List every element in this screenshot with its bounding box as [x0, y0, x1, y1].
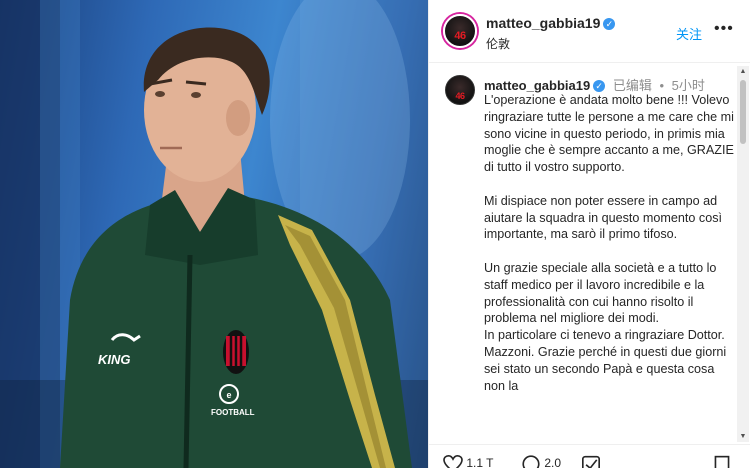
location-link[interactable]: 伦敦: [486, 35, 510, 52]
caption-username[interactable]: matteo_gabbia19: [484, 78, 590, 93]
post-photo[interactable]: e KING FOOTBALL: [0, 0, 428, 468]
comment-button[interactable]: 2.0: [521, 455, 561, 468]
comment-count: 2.0: [544, 456, 562, 468]
comment-icon: [522, 455, 540, 468]
bookmark-icon: [714, 455, 730, 468]
share-button[interactable]: [581, 455, 601, 468]
scrollbar-thumb[interactable]: [740, 80, 746, 144]
like-count: 1.1 T: [466, 456, 494, 468]
follow-button[interactable]: 关注: [676, 24, 702, 43]
caption-verified-icon: ✓: [593, 80, 606, 92]
post-side-panel: 46 matteo_gabbia19 ✓ 伦敦 关注 ••• 46 matteo_…: [428, 0, 750, 468]
caption-text: L'operazione è andata molto bene !!! Vol…: [484, 92, 734, 452]
post-header: 46 matteo_gabbia19 ✓ 伦敦 关注 •••: [429, 0, 750, 63]
author-username-link[interactable]: matteo_gabbia19 ✓: [486, 15, 616, 31]
jersey-emblem-text: FOOTBALL: [211, 408, 255, 417]
caption-scrollbar[interactable]: ▲ ▼: [737, 66, 749, 442]
caption-avatar-number: 46: [455, 91, 465, 101]
save-button[interactable]: [713, 455, 731, 468]
author-avatar[interactable]: 46: [443, 14, 477, 48]
caption-avatar[interactable]: 46: [445, 75, 475, 105]
caption-paragraph: Mi dispiace non poter essere in campo ad…: [484, 193, 723, 242]
action-bar: 1.1 T 2.0: [429, 444, 750, 468]
scroll-down-arrow-icon[interactable]: ▼: [737, 433, 749, 440]
avatar-number: 46: [454, 30, 466, 42]
jersey-sponsor-text: KING: [98, 352, 131, 367]
caption-paragraph: Un grazie speciale alla società e a tutt…: [484, 260, 727, 393]
svg-text:e: e: [226, 390, 231, 400]
author-username: matteo_gabbia19: [486, 15, 601, 31]
separator-dot: •: [659, 78, 665, 93]
like-button[interactable]: 1.1 T: [443, 455, 493, 468]
heart-icon: [443, 455, 463, 468]
post-time[interactable]: 5小时: [672, 78, 705, 93]
more-options-icon[interactable]: •••: [714, 20, 734, 38]
verified-badge-icon: ✓: [603, 18, 616, 30]
caption-paragraph: L'operazione è andata molto bene !!! Vol…: [484, 93, 734, 175]
share-icon: [582, 455, 600, 468]
edited-label: 已编辑: [612, 78, 652, 93]
scroll-up-arrow-icon[interactable]: ▲: [737, 68, 749, 75]
player-illustration: e: [0, 0, 428, 468]
